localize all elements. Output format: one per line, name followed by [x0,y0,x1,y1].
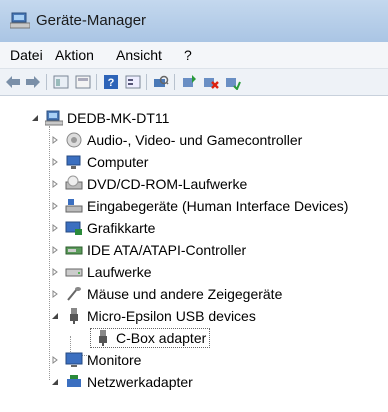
help-icon[interactable]: ? [102,73,120,91]
toolbar-separator [96,74,97,90]
menu-help[interactable]: ? [184,47,192,63]
tree-item-label: DVD/CD-ROM-Laufwerke [87,176,248,192]
monitor-icon [65,351,83,369]
display-adapter-icon [65,219,83,237]
svg-text:?: ? [108,77,115,89]
expanded-arrow-icon[interactable] [50,311,60,321]
toolbar-separator [46,74,47,90]
tree-item-label: Monitore [87,352,142,368]
ide-controller-icon [65,241,83,259]
tree-item-audio[interactable]: Audio-, Video- und Gamecontroller [50,129,302,151]
disk-drive-icon [65,263,83,281]
forward-arrow-icon[interactable] [24,73,42,91]
toolbar: ? [0,69,388,96]
collapsed-arrow-icon[interactable] [50,289,60,299]
tree-root-label: DEDB-MK-DT11 [67,110,170,126]
collapsed-arrow-icon[interactable] [50,157,60,167]
tree-item-label: Micro-Epsilon USB devices [87,308,256,324]
uninstall-icon[interactable] [202,73,220,91]
toolbar-separator [146,74,147,90]
computer-icon [65,153,83,171]
collapsed-arrow-icon[interactable] [50,245,60,255]
speaker-icon [65,131,83,149]
back-arrow-icon[interactable] [4,73,22,91]
usb-plug-icon [65,307,83,325]
mouse-icon [65,285,83,303]
device-manager-icon [9,10,31,30]
hid-icon [65,197,83,215]
collapsed-arrow-icon[interactable] [50,179,60,189]
collapsed-arrow-icon[interactable] [50,135,60,145]
properties-window-icon[interactable] [52,73,70,91]
tree-item-label: Netzwerkadapter [87,374,193,390]
usb-plug-icon [94,329,112,347]
tree-item-label: IDE ATA/ATAPI-Controller [87,242,247,258]
tree-item-computer[interactable]: Computer [50,151,148,173]
tree-item-ide[interactable]: IDE ATA/ATAPI-Controller [50,239,246,261]
tree-item-label: Grafikkarte [87,220,156,236]
collapsed-arrow-icon[interactable] [50,355,60,365]
expanded-arrow-icon[interactable] [30,113,40,123]
view-list-icon[interactable] [124,73,142,91]
tree-item-netzwerkadapter[interactable]: Netzwerkadapter [50,371,193,393]
scan-hardware-icon[interactable] [152,73,170,91]
menu-ansicht[interactable]: Ansicht [116,47,162,63]
enable-device-icon[interactable] [224,73,242,91]
tree-item-label: Audio-, Video- und Gamecontroller [87,132,303,148]
window-title: Geräte-Manager [36,12,147,29]
collapsed-arrow-icon[interactable] [50,267,60,277]
collapsed-arrow-icon[interactable] [50,201,60,211]
toolbar-separator [174,74,175,90]
tree-item-c-box-adapter[interactable]: C-Box adapter [90,327,211,349]
selected-item[interactable]: C-Box adapter [90,328,211,348]
expanded-arrow-icon[interactable] [50,377,60,387]
tree-item-dvd[interactable]: DVD/CD-ROM-Laufwerke [50,173,247,195]
dvd-drive-icon [65,175,83,193]
tree-item-maeuse[interactable]: Mäuse und andere Zeigegeräte [50,283,282,305]
tree-item-label: Mäuse und andere Zeigegeräte [87,286,283,302]
tree-root[interactable]: DEDB-MK-DT11 [30,107,169,129]
menu-aktion[interactable]: Aktion [55,47,94,63]
menu-bar: Datei Aktion Ansicht ? [0,42,388,69]
tree-item-label: Computer [87,154,149,170]
view-window-icon[interactable] [74,73,92,91]
tree-item-label: Eingabegeräte (Human Interface Devices) [87,198,349,214]
tree-item-hid[interactable]: Eingabegeräte (Human Interface Devices) [50,195,348,217]
menu-datei[interactable]: Datei [10,47,43,63]
update-driver-icon[interactable] [180,73,198,91]
tree-item-label: Laufwerke [87,264,152,280]
collapsed-arrow-icon[interactable] [50,223,60,233]
network-adapter-icon [65,373,83,391]
tree-item-monitore[interactable]: Monitore [50,349,141,371]
tree-item-label: C-Box adapter [116,330,207,346]
computer-icon [45,109,63,127]
title-bar: Geräte-Manager [0,0,388,42]
tree-item-laufwerke[interactable]: Laufwerke [50,261,152,283]
tree-item-grafikkarte[interactable]: Grafikkarte [50,217,155,239]
tree-item-micro-epsilon[interactable]: Micro-Epsilon USB devices [50,305,256,327]
device-tree: DEDB-MK-DT11 Audio-, Video- und Gamecont… [0,96,388,412]
